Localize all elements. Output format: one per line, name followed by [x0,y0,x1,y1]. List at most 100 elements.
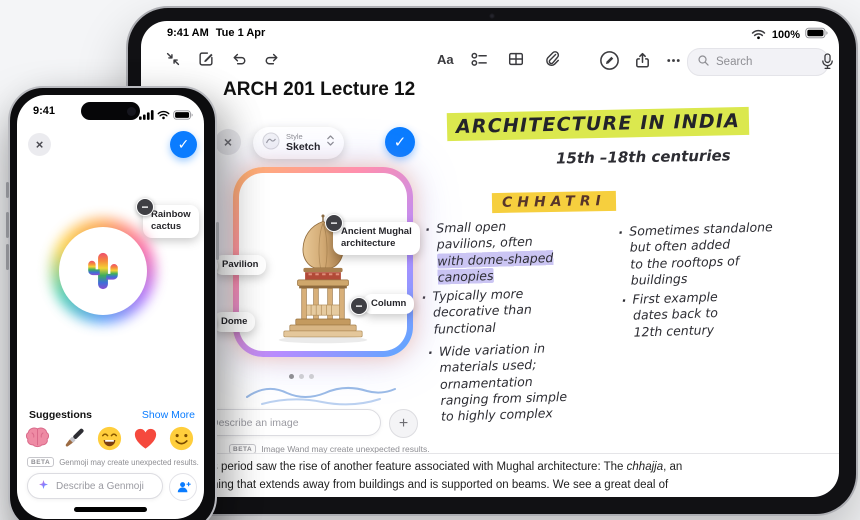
bullet-text: Small open pavilions, often [436,218,533,252]
style-thumbnail-icon [262,132,280,155]
handwritten-bullet: · Wide variation in materials used; ornam… [428,338,621,425]
bullet-text: Typically more decorative than functiona… [432,285,533,337]
bullet-text: Sometimes standalone but often added to … [629,219,773,288]
ipad-screen: 9:41 AM Tue 1 Apr 100% Aa Search ARCH 20… [141,21,839,497]
paintbrush-emoji[interactable] [59,424,88,453]
dynamic-island [81,102,140,120]
brain-emoji[interactable] [23,424,52,453]
compose-icon[interactable] [196,49,216,69]
handwritten-bullet: · First example dates back to 12th centur… [621,286,803,340]
ipad-camera [489,13,495,19]
toolbar-center-group: Aa [437,49,562,69]
search-icon [697,54,710,70]
stage: 9:41 AM Tue 1 Apr 100% Aa Search ARCH 20… [0,0,860,520]
bullet-text: First example dates back to 12th century [632,289,719,340]
action-button [6,182,9,198]
beta-badge: BETA [27,457,55,467]
text-format-icon[interactable]: Aa [437,52,454,67]
dictation-mic-icon[interactable] [817,51,837,71]
search-input[interactable]: Search [687,48,829,76]
tag-dome[interactable]: Dome [213,312,256,333]
genmoji-preview [50,218,156,324]
paragraph-italic-term: chhajja [626,461,664,473]
add-button[interactable]: + [389,409,418,438]
wifi-icon [157,107,170,125]
iphone-status-time: 9:41 [33,105,56,117]
handwritten-bullet: · Small open pavilions, often with dome-s… [425,215,608,285]
signal-icon [139,107,154,125]
iphone-status-icons [139,107,194,125]
chevron-up-down-icon [326,133,335,153]
battery-percent: 100% [771,28,800,41]
paragraph-text: s period saw the rise of another feature… [212,461,627,473]
iphone-screen: 9:41 × ✓ − Rainbow cactus Suggestions Sh… [17,95,204,519]
handwritten-heading: ARCHITECTURE IN INDIA [446,106,750,142]
describe-genmoji-input[interactable]: Describe a Genmoji [27,473,163,499]
attachment-icon[interactable] [542,49,562,69]
show-more-link[interactable]: Show More [142,409,195,421]
markup-pencil-icon[interactable] [597,48,621,72]
home-indicator[interactable] [74,507,147,512]
sparkle-icon [38,479,49,493]
battery-icon [805,27,829,42]
suggestions-label: Suggestions [29,409,93,421]
style-label: Style [286,131,303,141]
cancel-image-button[interactable]: × [215,129,241,155]
handwritten-section-heading: CHHATRI [491,190,616,214]
volume-down-button [6,244,9,270]
beta-text: Genmoji may create unexpected results. [59,457,199,467]
handwritten-subheading: 15th –18th centuries [555,146,731,168]
smiley-emoji[interactable] [167,424,196,453]
laughing-emoji[interactable] [95,424,124,453]
paragraph-text: ning that extends away from buildings an… [212,479,669,491]
iphone-device: 9:41 × ✓ − Rainbow cactus Suggestions Sh… [6,86,219,520]
share-icon[interactable] [632,50,652,70]
bullet-text: Wide variation in materials used; orname… [438,340,568,424]
ipad-device: 9:41 AM Tue 1 Apr 100% Aa Search ARCH 20… [126,6,858,516]
style-selector[interactable]: Style Sketch [253,127,345,159]
ipad-status-time: 9:41 AM [167,27,209,39]
front-camera [127,106,136,116]
tag-ancient-mughal-architecture[interactable]: Ancient Mughal architecture [333,222,420,255]
ipad-status-date: Tue 1 Apr [215,27,266,39]
collapse-arrows-icon[interactable] [163,49,183,69]
hand-sketch-strokes [237,373,407,414]
redo-icon[interactable] [262,49,282,69]
remove-tag-button[interactable]: − [350,297,368,315]
rainbow-cactus-emoji [88,252,118,290]
checklist-icon[interactable] [470,49,490,69]
person-add-icon [177,482,191,493]
bullet-marker: · [421,289,427,306]
search-placeholder: Search [716,56,753,68]
genmoji-beta-note: BETA Genmoji may create unexpected resul… [27,457,199,467]
handwritten-bullet: · Typically more decorative than function… [421,283,603,337]
add-person-button[interactable] [169,473,197,501]
section-divider [141,453,839,454]
accept-genmoji-button[interactable]: ✓ [170,131,197,158]
describe-image-placeholder: Describe an image [211,416,299,429]
style-value: Sketch [286,141,321,154]
remove-tag-button[interactable]: − [136,198,154,216]
note-title: ARCH 201 Lecture 12 [223,79,416,100]
volume-up-button [6,212,9,238]
bullet-text-highlighted: with dome-shaped canopies [437,249,554,285]
accept-image-button[interactable]: ✓ [385,127,415,157]
paragraph-text: , an [663,461,683,473]
describe-genmoji-placeholder: Describe a Genmoji [56,480,144,492]
handwritten-bullet: · Sometimes standalone but often added to… [618,218,801,288]
power-button [216,222,219,260]
wifi-icon [751,29,767,41]
table-icon[interactable] [506,49,526,69]
undo-icon[interactable] [229,49,249,69]
cancel-genmoji-button[interactable]: × [28,133,51,156]
toolbar-left-group [163,49,282,69]
ipad-status-bar-right: 100% [751,27,829,42]
tag-column[interactable]: Column [363,294,415,315]
bullet-marker: · [621,292,627,309]
note-paragraph: s period saw the rise of another feature… [212,458,777,494]
heart-emoji[interactable] [131,424,160,453]
tag-pavilion[interactable]: Pavilion [214,255,267,276]
more-icon[interactable] [663,50,683,70]
ipad-status-bar-left: 9:41 AM Tue 1 Apr [167,27,265,39]
remove-tag-button[interactable]: − [325,214,343,232]
